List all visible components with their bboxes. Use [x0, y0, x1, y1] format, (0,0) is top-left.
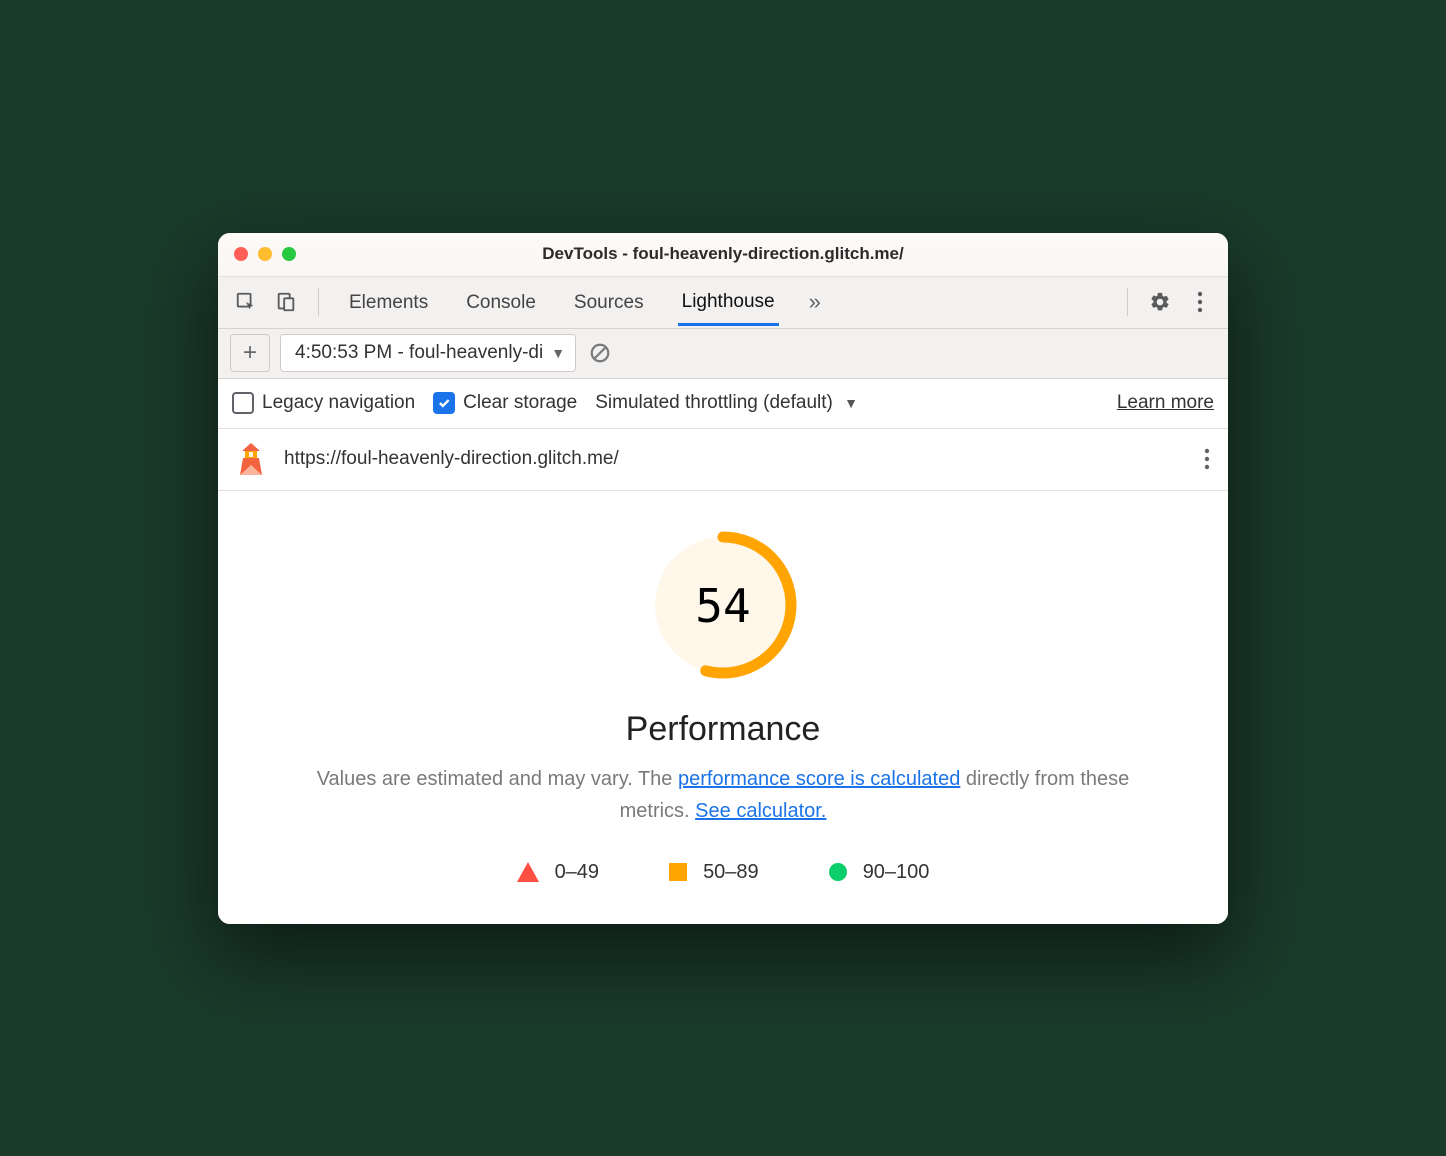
options-bar: Legacy navigation Clear storage Simulate…: [218, 379, 1228, 429]
titlebar: DevTools - foul-heavenly-direction.glitc…: [218, 233, 1228, 277]
lighthouse-subbar: + 4:50:53 PM - foul-heavenly-di ▼: [218, 329, 1228, 379]
audited-url: https://foul-heavenly-direction.glitch.m…: [284, 448, 1186, 470]
checkbox-checked-icon: [433, 392, 455, 414]
report-menu-icon[interactable]: [1204, 448, 1210, 470]
score-legend: 0–49 50–89 90–100: [258, 861, 1188, 884]
legend-range-pass: 90–100: [863, 861, 930, 884]
new-report-button[interactable]: +: [230, 334, 270, 372]
throttling-label: Simulated throttling (default): [595, 392, 833, 413]
lighthouse-icon: [236, 441, 266, 477]
clear-storage-label: Clear storage: [463, 392, 577, 414]
inspect-element-icon[interactable]: [232, 288, 260, 316]
square-icon: [669, 863, 687, 881]
devtools-window: DevTools - foul-heavenly-direction.glitc…: [218, 233, 1228, 924]
clear-icon[interactable]: [586, 339, 614, 367]
device-toolbar-icon[interactable]: [272, 288, 300, 316]
toolbar-divider-2: [1127, 288, 1128, 316]
circle-icon: [829, 863, 847, 881]
category-title: Performance: [258, 710, 1188, 749]
tab-sources[interactable]: Sources: [570, 280, 648, 324]
main-menu-icon[interactable]: [1186, 288, 1214, 316]
report-dropdown-label: 4:50:53 PM - foul-heavenly-di: [295, 342, 543, 364]
see-calculator-link[interactable]: See calculator.: [695, 800, 826, 822]
report-body: 54 Performance Values are estimated and …: [218, 491, 1228, 924]
chevron-down-icon: ▼: [844, 395, 858, 411]
legend-fail: 0–49: [517, 861, 600, 884]
legend-range-fail: 0–49: [555, 861, 600, 884]
score-calc-link[interactable]: performance score is calculated: [678, 768, 960, 790]
legend-average: 50–89: [669, 861, 759, 884]
triangle-icon: [517, 862, 539, 882]
score-description: Values are estimated and may vary. The p…: [313, 763, 1133, 827]
traffic-lights: [234, 247, 296, 261]
legend-range-average: 50–89: [703, 861, 759, 884]
performance-gauge: 54: [645, 527, 801, 688]
legend-pass: 90–100: [829, 861, 930, 884]
clear-storage-checkbox[interactable]: Clear storage: [433, 392, 577, 414]
url-bar: https://foul-heavenly-direction.glitch.m…: [218, 429, 1228, 491]
checkbox-unchecked-icon: [232, 392, 254, 414]
score-value: 54: [695, 579, 750, 633]
legacy-navigation-checkbox[interactable]: Legacy navigation: [232, 392, 415, 414]
minimize-window-button[interactable]: [258, 247, 272, 261]
tab-elements[interactable]: Elements: [345, 280, 432, 324]
learn-more-link[interactable]: Learn more: [1117, 392, 1214, 414]
settings-gear-icon[interactable]: [1146, 288, 1174, 316]
tab-console[interactable]: Console: [462, 280, 540, 324]
report-dropdown[interactable]: 4:50:53 PM - foul-heavenly-di ▼: [280, 334, 576, 372]
main-toolbar: Elements Console Sources Lighthouse »: [218, 277, 1228, 329]
window-title: DevTools - foul-heavenly-direction.glitc…: [218, 244, 1228, 264]
maximize-window-button[interactable]: [282, 247, 296, 261]
desc-prefix: Values are estimated and may vary. The: [317, 768, 678, 790]
close-window-button[interactable]: [234, 247, 248, 261]
throttling-select[interactable]: Simulated throttling (default) ▼: [595, 392, 858, 414]
legacy-navigation-label: Legacy navigation: [262, 392, 415, 414]
more-tabs-icon[interactable]: »: [809, 289, 821, 315]
toolbar-divider: [318, 288, 319, 316]
chevron-down-icon: ▼: [551, 345, 565, 361]
tab-lighthouse[interactable]: Lighthouse: [678, 279, 779, 326]
panel-tabs: Elements Console Sources Lighthouse »: [345, 279, 1109, 326]
